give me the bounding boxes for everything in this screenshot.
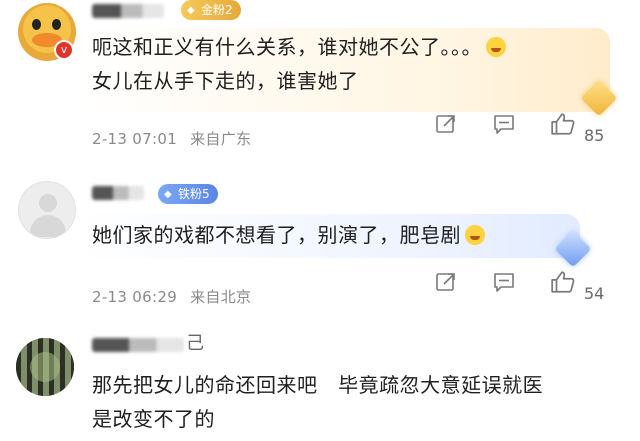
comment-text-line: 女儿在从手下走的，谁害她了 [92,69,359,93]
avatar[interactable] [16,338,74,396]
fan-diamond-icon: ◆ [164,188,172,200]
comment-item: 己 那先把女儿的命还回来吧 毕竟疏忽大意延误就医 是改变不了的 [0,318,640,441]
avatar[interactable] [18,181,76,239]
comment-text-line: 呃这和正义有什么关系，谁对她不公了。。。 [92,35,482,59]
username-visible-tail[interactable]: 己 [186,329,204,355]
username-blurred[interactable] [92,4,164,18]
fan-badge: ◆ 铁粉5 [158,184,218,204]
fan-badge: ◆ 金粉2 [181,0,241,20]
like-icon[interactable] [550,111,576,137]
fan-diamond-icon: ◆ [187,4,195,16]
comment-meta: 2-13 06:29 来自北京 [92,286,251,307]
comment-item: ◆ 铁粉5 她们家的戏都不想看了，别演了，肥皂剧 2-13 06:29 来自北京… [0,168,640,318]
share-icon[interactable] [434,112,458,136]
comment-location: 来自北京 [190,288,252,306]
like-icon[interactable] [550,269,576,295]
comment-text: 那先把女儿的命还回来吧 毕竟疏忽大意延误就医 是改变不了的 [92,368,632,436]
share-icon[interactable] [434,270,458,294]
comment-time: 2-13 07:01 [92,130,178,148]
like-count: 54 [584,284,605,303]
comment-item: v ◆ 金粉2 呃这和正义有什么关系，谁对她不公了。。。 女儿在从手下走的，谁害… [0,0,640,168]
comment-text: 她们家的戏都不想看了，别演了，肥皂剧 [92,218,612,252]
fan-badge-label: 铁粉5 [178,187,210,201]
username-blurred[interactable] [92,186,144,200]
comment-text-line: 那先把女儿的命还回来吧 毕竟疏忽大意延误就医 [92,373,544,397]
like-count: 85 [584,126,605,145]
comment-text-line: 她们家的戏都不想看了，别演了，肥皂剧 [92,223,461,247]
avatar-eye-right [52,19,61,30]
avatar-eye-left [32,19,41,30]
vip-badge: v [54,40,74,60]
comment-meta: 2-13 07:01 来自广东 [92,128,251,149]
comment-time: 2-13 06:29 [92,288,178,306]
comment-icon[interactable] [492,270,516,294]
comment-text: 呃这和正义有什么关系，谁对她不公了。。。 女儿在从手下走的，谁害她了 [92,30,612,98]
comment-location: 来自广东 [190,130,252,148]
smirk-emoji-icon [486,37,506,57]
username-blurred[interactable] [92,338,184,352]
default-avatar-body [30,215,66,237]
default-avatar-head [39,194,57,212]
comment-icon[interactable] [492,112,516,136]
laugh-cry-emoji-icon [465,225,485,245]
comment-text-line: 是改变不了的 [92,407,215,431]
fan-badge-label: 金粉2 [201,3,233,17]
avatar-highlight [30,352,60,382]
